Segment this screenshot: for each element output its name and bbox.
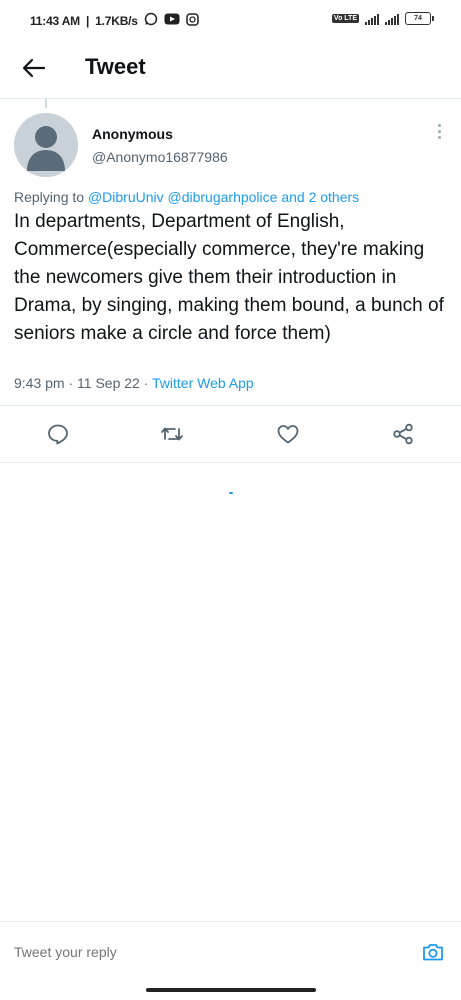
user-handle[interactable]: @Anonymo16877986 (92, 149, 228, 165)
back-button[interactable] (20, 54, 48, 82)
reply-icon (48, 424, 68, 445)
instagram-icon (186, 12, 199, 29)
reply-button[interactable] (46, 422, 70, 446)
reply-input[interactable] (14, 944, 195, 960)
display-name[interactable]: Anonymous (92, 126, 173, 142)
tweet-text: In departments, Department of English, C… (14, 211, 444, 344)
status-time: 11:43 AM (30, 13, 80, 28)
tweet-timestamp: 9:43 pm · 11 Sep 22 · (14, 375, 153, 391)
header: Tweet (0, 40, 461, 99)
status-bar: 11:43 AM | 1.7KB/s Vo LTE 74 (0, 0, 461, 40)
more-options-icon[interactable] (435, 124, 443, 144)
camera-icon (423, 944, 443, 961)
network-speed: 1.7KB/s (95, 13, 138, 28)
avatar[interactable] (14, 113, 78, 177)
status-divider: | (85, 13, 90, 28)
replying-to: Replying to @DibruUniv @dibrugarhpolice … (14, 189, 359, 205)
status-left: 11:43 AM | 1.7KB/s (30, 12, 199, 29)
reply-bar (0, 921, 461, 977)
signal-icon-2 (385, 13, 399, 25)
thread-line (45, 98, 47, 108)
replying-prefix: Replying to (14, 189, 85, 205)
battery-icon: 74 (405, 12, 434, 25)
battery-level: 74 (414, 15, 422, 22)
volte-badge: Vo LTE (331, 14, 359, 23)
heart-icon (277, 425, 299, 444)
tweet-actions (0, 406, 461, 462)
tweet-source[interactable]: Twitter Web App (152, 375, 254, 391)
status-right: Vo LTE 74 (331, 12, 434, 25)
tweet-meta: 9:43 pm · 11 Sep 22 · Twitter Web App (14, 375, 254, 391)
replying-to-users[interactable]: @DibruUniv @dibrugarhpolice and 2 others (88, 189, 359, 205)
home-indicator[interactable] (146, 988, 316, 992)
camera-button[interactable] (421, 940, 445, 964)
whatsapp-icon (144, 12, 158, 29)
arrow-left-icon (22, 58, 46, 78)
share-button[interactable] (391, 422, 415, 446)
default-avatar-icon (14, 113, 78, 177)
divider (0, 462, 461, 463)
loading-indicator (229, 492, 233, 494)
retweet-button[interactable] (160, 422, 184, 446)
signal-icon (365, 13, 379, 25)
like-button[interactable] (276, 422, 300, 446)
page-title: Tweet (85, 54, 146, 79)
retweet-icon (161, 427, 183, 441)
youtube-icon (164, 13, 180, 28)
share-icon (393, 423, 413, 445)
